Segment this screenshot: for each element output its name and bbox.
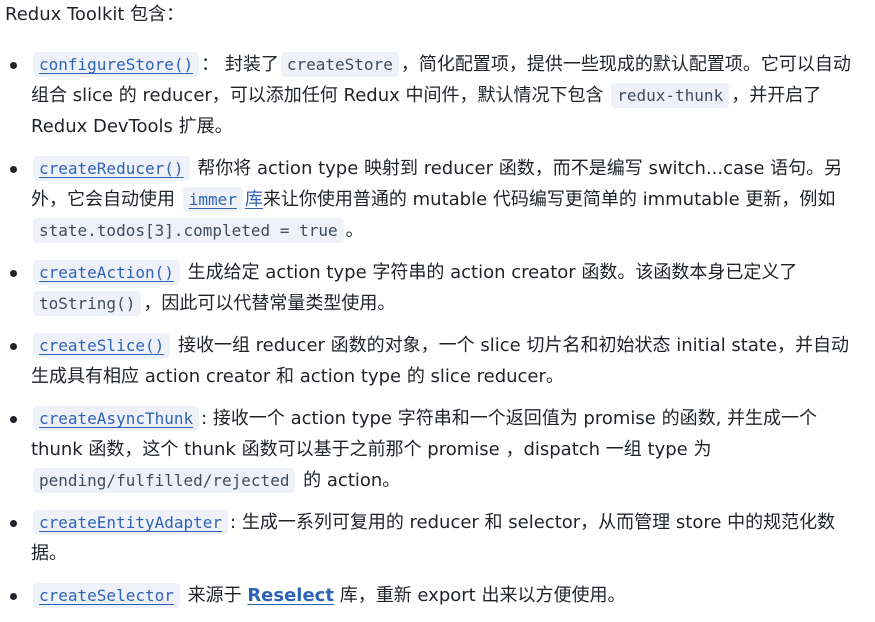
- item-text: ： 封装了: [201, 54, 279, 75]
- list-item: createReducer() 帮你将 action type 映射到 redu…: [0, 153, 875, 246]
- item-text: 库，重新 export 出来以方便使用。: [333, 585, 626, 606]
- item-text: 。: [345, 220, 364, 241]
- code-link[interactable]: createEntityAdapter: [33, 510, 229, 535]
- code-link[interactable]: configureStore(): [33, 52, 200, 77]
- list-item: createSelector 来源于 Reselect 库，重新 export …: [0, 580, 875, 611]
- text-link[interactable]: Reselect: [247, 585, 334, 606]
- code-link[interactable]: createReducer(): [33, 156, 190, 181]
- inline-code: toString(): [33, 291, 142, 316]
- feature-list: configureStore()： 封装了 createStore ，简化配置项，提…: [0, 49, 875, 622]
- inline-code: pending/fulfilled/rejected: [33, 468, 296, 493]
- intro-text: Redux Toolkit 包含：: [5, 4, 185, 25]
- inline-code: state.todos[3].completed = true: [33, 218, 344, 243]
- list-item: createAction() 生成给定 action type 字符串的 act…: [0, 257, 875, 319]
- code-link[interactable]: createSelector: [33, 583, 180, 608]
- list-item: createSlice() 接收一组 reducer 函数的对象，一个 slic…: [0, 330, 875, 392]
- text-link[interactable]: 库: [245, 189, 263, 210]
- list-item: createAsyncThunk: 接收一个 action type 字符串和一…: [0, 403, 875, 496]
- code-link[interactable]: createAsyncThunk: [33, 406, 200, 431]
- code-link[interactable]: immer: [182, 187, 243, 212]
- code-link[interactable]: createSlice(): [33, 333, 171, 358]
- item-text: ，因此可以代替常量类型使用。: [143, 293, 396, 314]
- item-text: 的 action。: [297, 470, 401, 491]
- list-item: configureStore()： 封装了 createStore ，简化配置项，提…: [0, 49, 875, 142]
- item-text: 来源于: [181, 585, 248, 606]
- inline-code: redux-thunk: [611, 83, 730, 108]
- list-item: createEntityAdapter: 生成一系列可复用的 reducer 和…: [0, 507, 875, 569]
- item-text: 生成给定 action type 字符串的 action creator 函数。…: [181, 262, 798, 283]
- code-link[interactable]: createAction(): [33, 260, 180, 285]
- item-text: 来让你使用普通的 mutable 代码编写更简单的 immutable 更新，例…: [262, 189, 836, 210]
- inline-code: createStore: [280, 52, 399, 77]
